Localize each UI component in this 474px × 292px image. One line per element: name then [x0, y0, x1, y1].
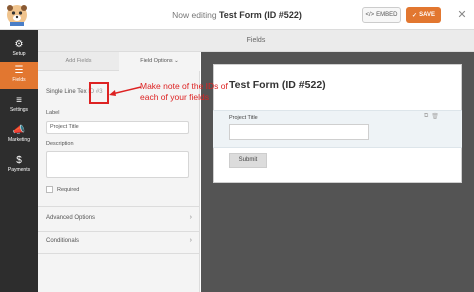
megaphone-icon: 📣 — [12, 125, 26, 136]
gear-icon: ⚙ — [14, 39, 24, 50]
fields-header: Fields — [38, 30, 474, 52]
top-header: Now editing Test Form (ID #522) </> EMBE… — [0, 0, 474, 30]
chevron-down-icon: ⌄ — [174, 58, 179, 64]
trash-icon[interactable]: 🗑 — [431, 113, 439, 120]
annotation-text: Make note of the IDs of each of your fie… — [140, 81, 228, 102]
sidebar-item-label: Setup — [12, 51, 26, 57]
editing-form-name: Test Form (ID #522) — [218, 10, 302, 20]
sidebar-item-label: Marketing — [8, 137, 30, 143]
sidebar-item-label: Payments — [7, 167, 31, 173]
field-row-actions: ⧉ 🗑 — [424, 113, 439, 120]
field-type-name: Single Line Tex — [46, 89, 87, 95]
tab-field-options[interactable]: Field Options ⌄ — [119, 52, 200, 71]
annotation-arrow-icon — [109, 86, 142, 96]
divider — [38, 253, 200, 254]
embed-label: EMBED — [376, 12, 398, 18]
preview-form-title: Test Form (ID #522) — [229, 79, 326, 91]
required-label: Required — [57, 187, 80, 193]
embed-button[interactable]: </> EMBED — [362, 7, 401, 23]
sliders-icon: ≡ — [16, 95, 22, 106]
code-icon: </> — [365, 12, 375, 18]
sidebar-item-label: Fields — [12, 77, 26, 83]
sidebar-item-label: Settings — [9, 107, 29, 113]
sidebar-item-setup[interactable]: ⚙ Setup — [0, 36, 38, 63]
advanced-options-section[interactable]: Advanced Options › — [46, 214, 192, 221]
required-checkbox[interactable] — [46, 186, 53, 193]
description-textarea[interactable] — [46, 151, 189, 178]
sidebar-item-marketing[interactable]: 📣 Marketing — [0, 122, 38, 149]
label-caption: Label — [46, 110, 60, 116]
label-input[interactable]: Project Title — [46, 121, 189, 134]
preview-field-label: Project Title — [229, 115, 258, 121]
conditionals-section[interactable]: Conditionals › — [46, 237, 192, 244]
duplicate-icon[interactable]: ⧉ — [424, 113, 428, 120]
editing-title: Now editing Test Form (ID #522) — [0, 10, 474, 20]
list-icon: ☰ — [14, 65, 24, 76]
dollar-icon: $ — [16, 155, 22, 166]
submit-button[interactable]: Submit — [229, 153, 267, 168]
chevron-right-icon: › — [189, 214, 192, 221]
description-caption: Description — [46, 141, 74, 147]
preview-field-input[interactable] — [229, 124, 369, 140]
sidebar-item-payments[interactable]: $ Payments — [0, 152, 38, 179]
editing-prefix: Now editing — [172, 10, 217, 20]
panel-tabs: Add Fields Field Options ⌄ — [38, 52, 200, 71]
save-label: SAVE — [419, 12, 435, 18]
divider — [38, 231, 200, 232]
chevron-right-icon: › — [189, 237, 192, 244]
close-icon[interactable]: ✕ — [454, 7, 470, 23]
sidebar-item-settings[interactable]: ≡ Settings — [0, 92, 38, 119]
annotation-highlight-box — [89, 82, 109, 104]
conditionals-label: Conditionals — [46, 238, 80, 244]
check-icon: ✓ — [412, 12, 418, 19]
sidebar-item-fields[interactable]: ☰ Fields — [0, 62, 38, 89]
tab-field-options-label: Field Options — [140, 58, 173, 64]
save-button[interactable]: ✓ SAVE — [406, 7, 441, 23]
tab-add-fields[interactable]: Add Fields — [38, 52, 119, 71]
builder-sidebar: ⚙ Setup ☰ Fields ≡ Settings 📣 Marketing … — [0, 30, 38, 292]
divider — [38, 206, 200, 207]
advanced-options-label: Advanced Options — [46, 215, 96, 221]
